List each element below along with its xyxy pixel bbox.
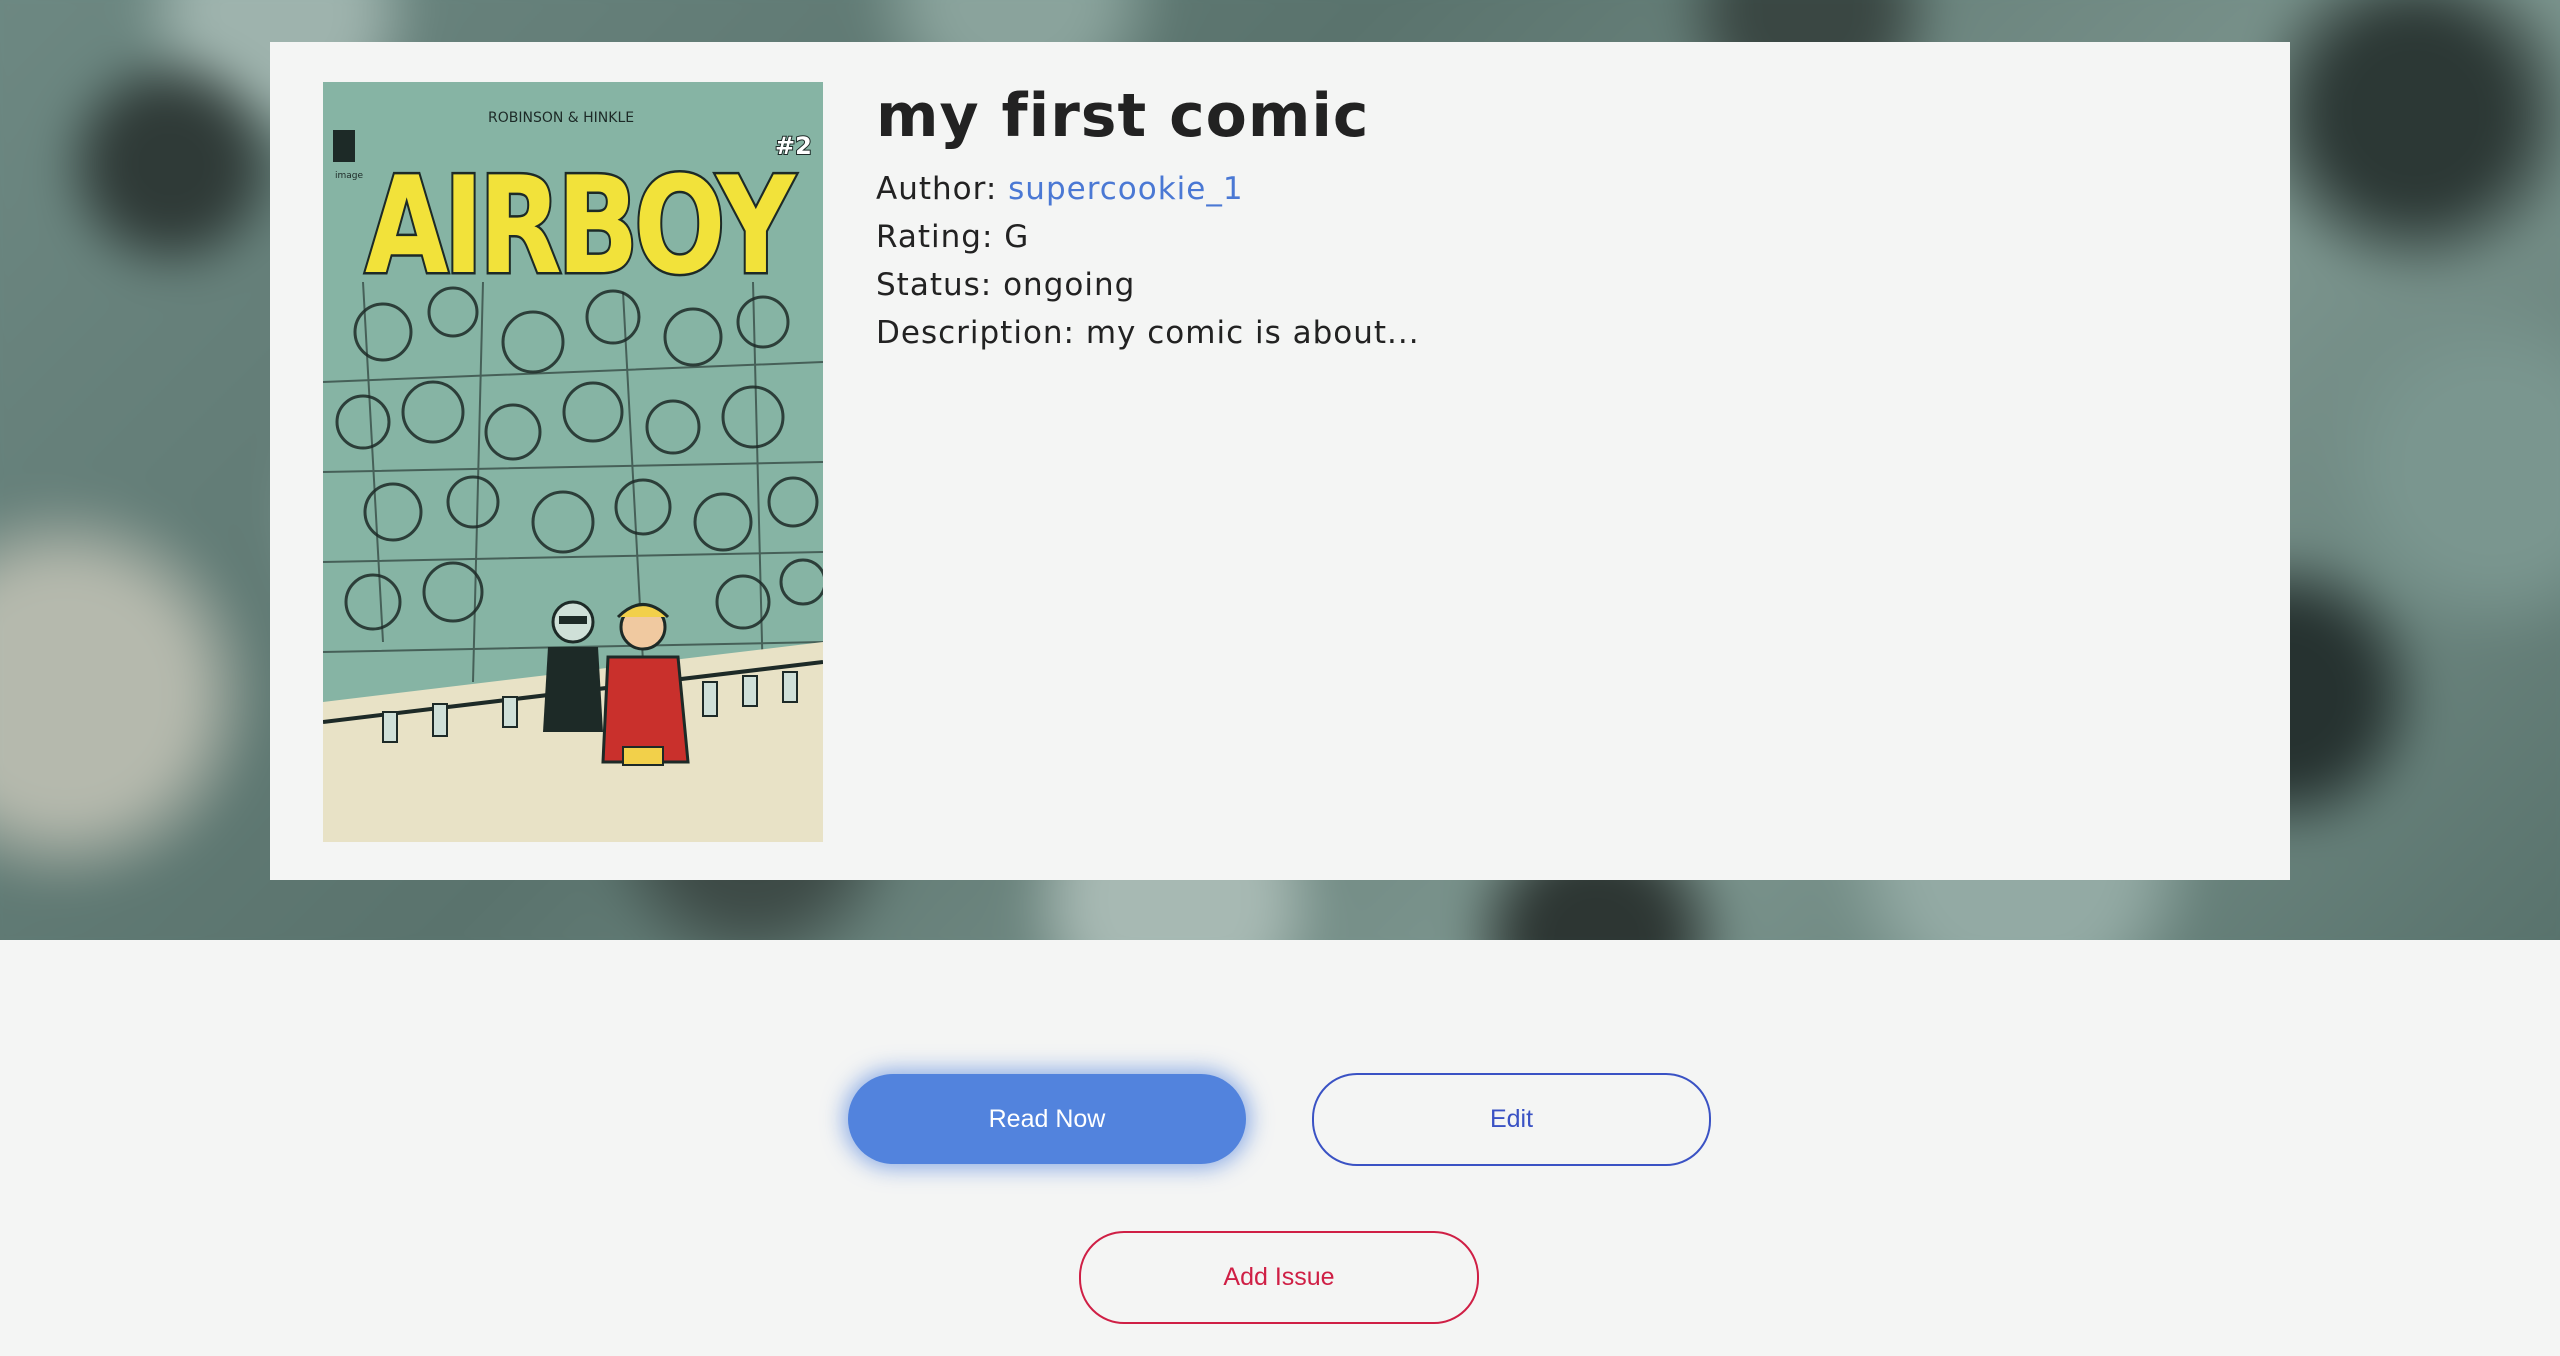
description-value: my comic is about... xyxy=(1085,315,1420,351)
hero-banner: ROBINSON & HINKLE image AIRBOY #2 my fir… xyxy=(0,0,2560,940)
author-row: Author: supercookie_1 xyxy=(876,165,2230,213)
rating-value: G xyxy=(1004,219,1030,255)
author-link[interactable]: supercookie_1 xyxy=(1008,171,1243,207)
read-now-button[interactable]: Read Now xyxy=(848,1074,1246,1164)
comic-cover-image: ROBINSON & HINKLE image AIRBOY #2 xyxy=(323,82,823,842)
edit-button[interactable]: Edit xyxy=(1312,1073,1711,1166)
rating-label: Rating: xyxy=(876,219,994,255)
status-row: Status: ongoing xyxy=(876,261,2230,309)
cover-credits: ROBINSON & HINKLE xyxy=(488,110,634,126)
comic-title: my first comic xyxy=(876,81,1370,151)
add-issue-button[interactable]: Add Issue xyxy=(1079,1231,1479,1324)
status-label: Status: xyxy=(876,267,993,303)
status-value: ongoing xyxy=(1003,267,1136,303)
rating-row: Rating: G xyxy=(876,213,2230,261)
comic-detail-card: ROBINSON & HINKLE image AIRBOY #2 my fir… xyxy=(270,42,2290,880)
description-label: Description: xyxy=(876,315,1075,351)
cover-issue-number: #2 xyxy=(775,132,812,160)
cover-art: ROBINSON & HINKLE image AIRBOY #2 xyxy=(323,82,823,842)
description-row: Description: my comic is about... xyxy=(876,309,2230,357)
author-label: Author: xyxy=(876,171,998,207)
cover-title: AIRBOY xyxy=(365,148,796,304)
cover-publisher: image xyxy=(335,171,363,181)
comic-info: my first comic Author: supercookie_1 Rat… xyxy=(876,82,2230,357)
